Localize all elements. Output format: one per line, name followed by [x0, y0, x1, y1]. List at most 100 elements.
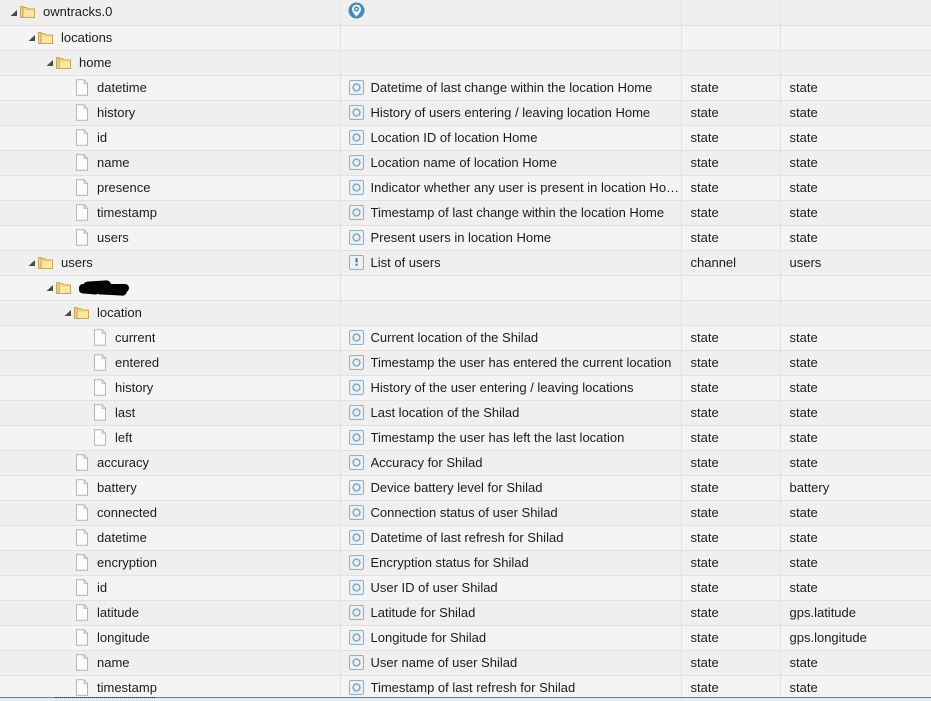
type-cell[interactable]: state [780, 125, 931, 150]
name-cell[interactable]: battery [0, 475, 340, 500]
type-cell[interactable]: state [780, 425, 931, 450]
role-cell[interactable]: state [681, 75, 780, 100]
name-cell[interactable]: left [0, 425, 340, 450]
type-cell[interactable] [780, 50, 931, 75]
type-cell[interactable]: state [780, 175, 931, 200]
type-cell[interactable]: battery [780, 475, 931, 500]
name-cell[interactable]: latitude [0, 600, 340, 625]
role-cell[interactable]: state [681, 625, 780, 650]
description-cell[interactable]: Timestamp the user has left the last loc… [340, 425, 681, 450]
type-cell[interactable] [780, 0, 931, 25]
role-cell[interactable]: state [681, 225, 780, 250]
role-cell[interactable]: state [681, 175, 780, 200]
type-cell[interactable] [780, 25, 931, 50]
description-cell[interactable] [340, 300, 681, 325]
name-cell[interactable]: id [0, 575, 340, 600]
expand-collapse-toggle-icon[interactable] [6, 0, 20, 24]
type-cell[interactable]: state [780, 75, 931, 100]
role-cell[interactable]: state [681, 450, 780, 475]
role-cell[interactable] [681, 300, 780, 325]
type-cell[interactable]: state [780, 650, 931, 675]
table-row[interactable]: connectedConnection status of user Shila… [0, 500, 931, 525]
type-cell[interactable]: state [780, 100, 931, 125]
description-cell[interactable]: Present users in location Home [340, 225, 681, 250]
role-cell[interactable] [681, 50, 780, 75]
name-cell[interactable] [0, 275, 340, 300]
table-row[interactable]: encryptionEncryption status for Shiladst… [0, 550, 931, 575]
type-cell[interactable]: users [780, 250, 931, 275]
table-row[interactable]: idLocation ID of location Homestatestate [0, 125, 931, 150]
table-row[interactable]: home [0, 50, 931, 75]
role-cell[interactable] [681, 0, 780, 25]
description-cell[interactable] [340, 275, 681, 300]
name-cell[interactable]: users [0, 225, 340, 250]
name-cell[interactable]: last [0, 400, 340, 425]
description-cell[interactable]: Datetime of last refresh for Shilad [340, 525, 681, 550]
description-cell[interactable]: User ID of user Shilad [340, 575, 681, 600]
table-row[interactable]: lastLast location of the Shiladstatestat… [0, 400, 931, 425]
table-row[interactable]: nameLocation name of location Homestates… [0, 150, 931, 175]
description-cell[interactable]: Datetime of last change within the locat… [340, 75, 681, 100]
type-cell[interactable]: state [780, 550, 931, 575]
role-cell[interactable]: state [681, 500, 780, 525]
role-cell[interactable] [681, 275, 780, 300]
name-cell[interactable]: connected [0, 500, 340, 525]
name-cell[interactable]: owntracks.0 [0, 0, 340, 25]
description-cell[interactable]: Latitude for Shilad [340, 600, 681, 625]
type-cell[interactable]: state [780, 350, 931, 375]
role-cell[interactable]: state [681, 475, 780, 500]
expand-collapse-toggle-icon[interactable] [60, 301, 74, 325]
description-cell[interactable]: History of the user entering / leaving l… [340, 375, 681, 400]
role-cell[interactable]: state [681, 600, 780, 625]
description-cell[interactable]: Last location of the Shilad [340, 400, 681, 425]
name-cell[interactable]: datetime [0, 75, 340, 100]
type-cell[interactable] [780, 300, 931, 325]
role-cell[interactable]: state [681, 350, 780, 375]
table-row[interactable]: usersList of userschannelusers [0, 250, 931, 275]
name-cell[interactable]: timestamp [0, 200, 340, 225]
description-cell[interactable]: Location ID of location Home [340, 125, 681, 150]
type-cell[interactable]: gps.latitude [780, 600, 931, 625]
table-row[interactable]: latitudeLatitude for Shiladstategps.lati… [0, 600, 931, 625]
description-cell[interactable]: User name of user Shilad [340, 650, 681, 675]
type-cell[interactable]: state [780, 575, 931, 600]
table-row[interactable]: location [0, 300, 931, 325]
role-cell[interactable]: state [681, 125, 780, 150]
role-cell[interactable]: state [681, 575, 780, 600]
name-cell[interactable]: current [0, 325, 340, 350]
name-cell[interactable]: history [0, 100, 340, 125]
object-tree-table[interactable]: owntracks.0locationshomedatetimeDatetime… [0, 0, 931, 701]
role-cell[interactable]: state [681, 550, 780, 575]
name-cell[interactable]: home [0, 50, 340, 75]
name-cell[interactable]: datetime [0, 525, 340, 550]
description-cell[interactable]: Accuracy for Shilad [340, 450, 681, 475]
description-cell[interactable]: Longitude for Shilad [340, 625, 681, 650]
table-row[interactable]: longitudeLongitude for Shiladstategps.lo… [0, 625, 931, 650]
role-cell[interactable]: state [681, 200, 780, 225]
type-cell[interactable]: state [780, 375, 931, 400]
description-cell[interactable]: Timestamp of last change within the loca… [340, 200, 681, 225]
type-cell[interactable] [780, 275, 931, 300]
name-cell[interactable]: encryption [0, 550, 340, 575]
table-row[interactable]: currentCurrent location of the Shiladsta… [0, 325, 931, 350]
type-cell[interactable]: state [780, 450, 931, 475]
name-cell[interactable]: longitude [0, 625, 340, 650]
name-cell[interactable]: locations [0, 25, 340, 50]
role-cell[interactable]: state [681, 325, 780, 350]
expand-collapse-toggle-icon[interactable] [42, 276, 56, 300]
type-cell[interactable]: gps.longitude [780, 625, 931, 650]
name-cell[interactable]: users [0, 250, 340, 275]
description-cell[interactable]: Device battery level for Shilad [340, 475, 681, 500]
role-cell[interactable]: state [681, 400, 780, 425]
type-cell[interactable]: state [780, 400, 931, 425]
expand-collapse-toggle-icon[interactable] [42, 51, 56, 75]
name-cell[interactable]: location [0, 300, 340, 325]
table-row[interactable]: usersPresent users in location Homestate… [0, 225, 931, 250]
table-row[interactable]: enteredTimestamp the user has entered th… [0, 350, 931, 375]
table-row[interactable]: datetimeDatetime of last refresh for Shi… [0, 525, 931, 550]
description-cell[interactable]: Indicator whether any user is present in… [340, 175, 681, 200]
description-cell[interactable]: List of users [340, 250, 681, 275]
description-cell[interactable]: Encryption status for Shilad [340, 550, 681, 575]
table-row[interactable]: datetimeDatetime of last change within t… [0, 75, 931, 100]
role-cell[interactable]: state [681, 375, 780, 400]
